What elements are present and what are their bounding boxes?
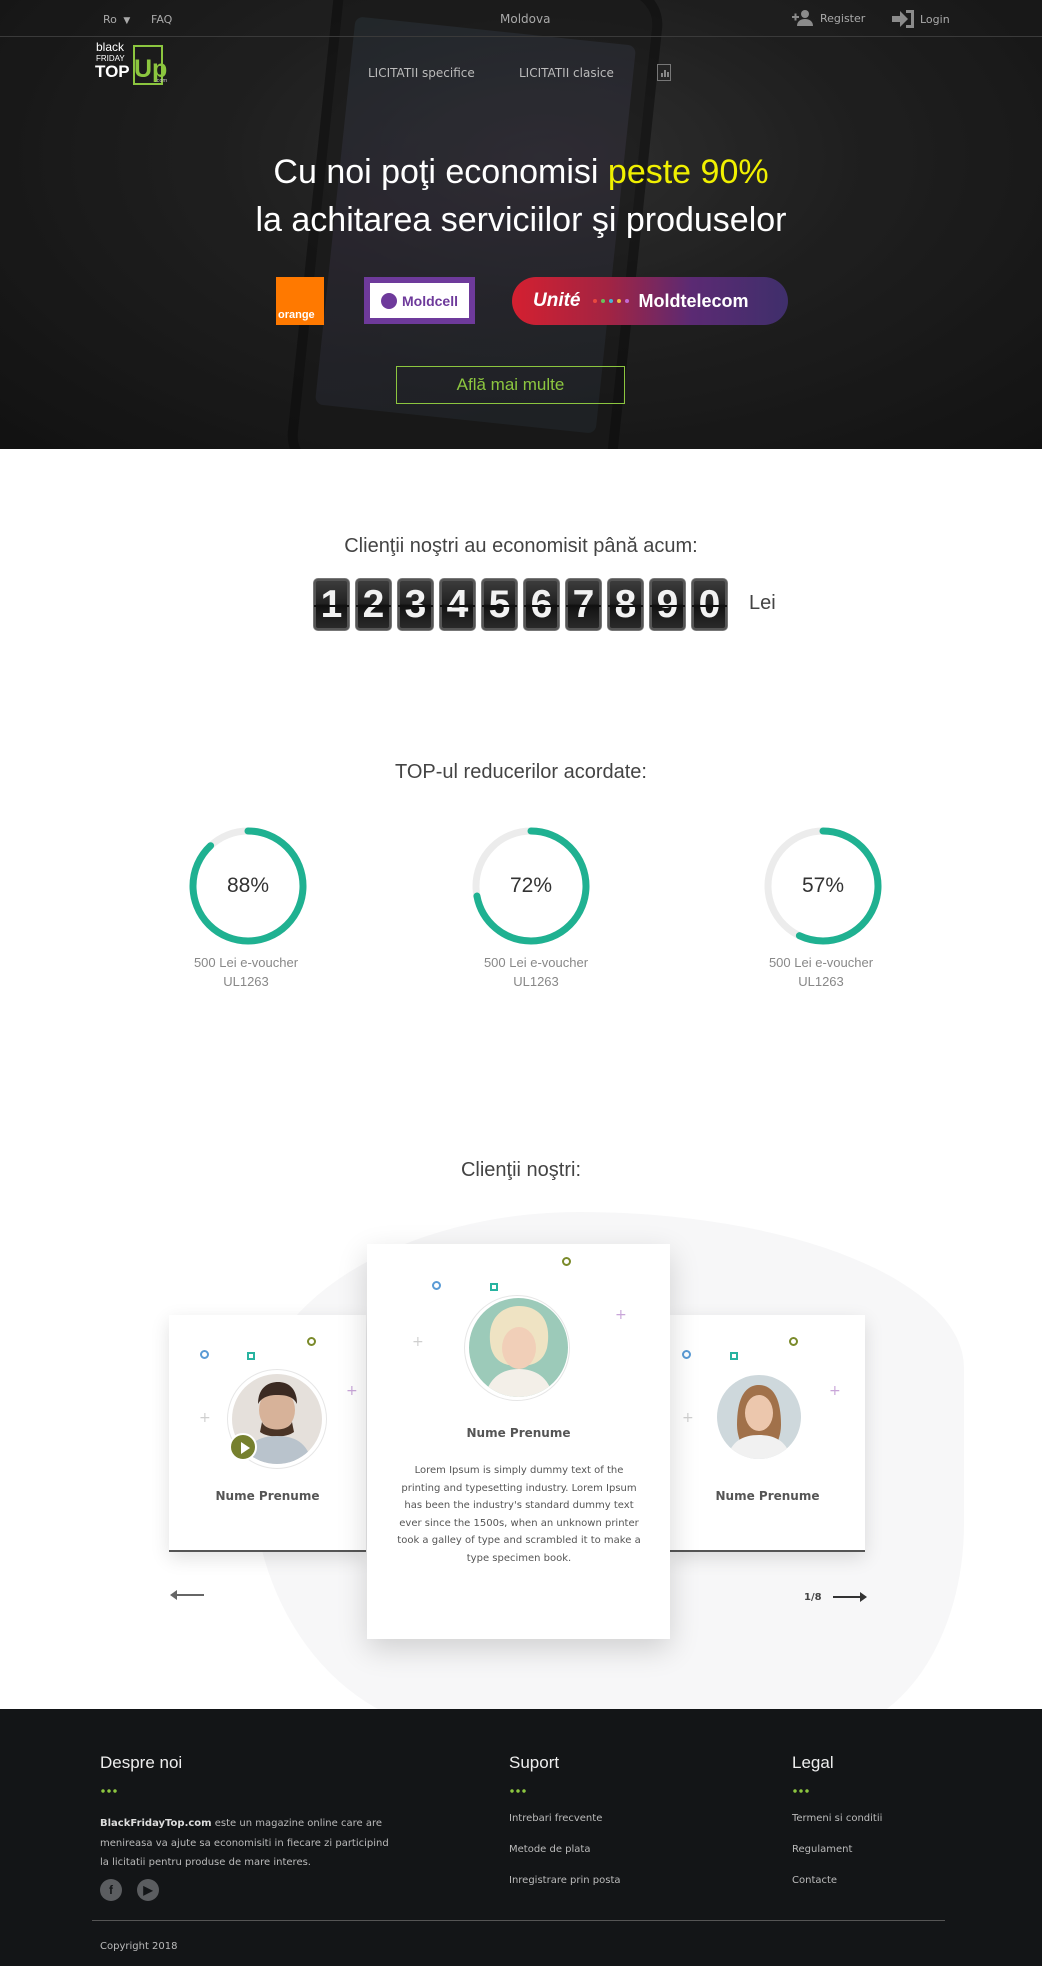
client-quote: Lorem Ipsum is simply dummy text of the … <box>397 1465 641 1564</box>
counter-digit: 4 <box>439 578 476 631</box>
unite-moldtelecom-logo: Unité Moldtelecom <box>512 277 788 325</box>
counter-digit: 5 <box>481 578 518 631</box>
chevron-down-icon: ▼ <box>123 16 131 26</box>
link-contacte[interactable]: Contacte <box>792 1875 837 1886</box>
moldcell-logo: Moldcell <box>364 277 475 324</box>
link-termeni-si-conditii[interactable]: Termeni si conditii <box>792 1813 882 1824</box>
discount-percent: 57% <box>801 874 845 897</box>
facebook-icon[interactable]: f <box>100 1879 122 1901</box>
moldcell-symbol-icon <box>380 292 397 309</box>
discount-ring: 72% <box>470 825 592 947</box>
hero-section: Ro ▼ FAQ Moldova Register Login black FR… <box>0 0 1042 449</box>
nav-licitatii-clasice[interactable]: LICITATII clasice <box>519 66 614 80</box>
copyright: Copyright 2018 <box>100 1941 178 1952</box>
counter-digit: 1 <box>313 578 350 631</box>
counter-digit: 6 <box>523 578 560 631</box>
circle-decoration <box>682 1350 691 1359</box>
savings-counter: 1234567890 <box>313 578 728 631</box>
link-intrebari-frecvente[interactable]: Intrebari frecvente <box>509 1813 602 1824</box>
register-link[interactable]: Register <box>792 10 865 26</box>
chart-icon[interactable] <box>657 64 671 81</box>
dots-decoration <box>509 1789 527 1793</box>
footer: Despre noi BlackFridayTop.com este un ma… <box>0 1709 1042 1966</box>
link-metode-de-plata[interactable]: Metode de plata <box>509 1844 590 1855</box>
footer-support-title: Suport <box>509 1753 560 1772</box>
discount-label: 500 Lei e-voucher UL1263 <box>483 955 589 989</box>
link-inregistrare-prin-posta[interactable]: Inregistrare prin posta <box>509 1875 621 1886</box>
dots-icon <box>592 299 629 303</box>
counter-digit: 8 <box>607 578 644 631</box>
plus-decoration: + <box>199 1410 211 1426</box>
hero-title: Cu noi poţi economisi peste 90% la achit… <box>255 153 787 239</box>
clients-title: Clienţii noştri: <box>460 1159 582 1181</box>
login-link[interactable]: Login <box>892 10 950 28</box>
top-bar: Ro ▼ FAQ Moldova Register Login <box>0 0 1042 37</box>
client-name: Nume Prenume <box>466 1426 571 1440</box>
youtube-icon[interactable]: ▶ <box>137 1879 159 1901</box>
counter-digit: 7 <box>565 578 602 631</box>
counter-digit: 9 <box>649 578 686 631</box>
arrow-right-icon[interactable] <box>833 1591 867 1603</box>
discount-ring: 57% <box>762 825 884 947</box>
plus-decoration: + <box>412 1334 424 1350</box>
circle-decoration <box>307 1337 316 1346</box>
pager: 1/8 <box>804 1592 822 1603</box>
avatar <box>717 1375 801 1459</box>
logo[interactable]: black FRIDAY TOP Up .com <box>95 41 170 86</box>
login-icon <box>892 10 914 28</box>
client-name: Nume Prenume <box>715 1489 820 1503</box>
orange-logo: orange <box>276 277 324 325</box>
language-selector[interactable]: Ro ▼ <box>103 13 130 26</box>
counter-digit: 2 <box>355 578 392 631</box>
plus-decoration: + <box>615 1307 627 1323</box>
circle-decoration <box>200 1350 209 1359</box>
circle-decoration <box>432 1281 441 1290</box>
discount-percent: 72% <box>509 874 553 897</box>
learn-more-button[interactable]: Află mai multe <box>396 366 625 404</box>
discounts-title: TOP-ul reducerilor acordate: <box>395 761 647 783</box>
discount-label: 500 Lei e-voucher UL1263 <box>768 955 874 989</box>
faq-link[interactable]: FAQ <box>151 13 172 26</box>
dots-decoration <box>792 1789 810 1793</box>
counter-digit: 0 <box>691 578 728 631</box>
add-user-icon <box>792 10 813 26</box>
plus-decoration: + <box>346 1383 358 1399</box>
divider <box>92 1920 945 1921</box>
footer-about-title: Despre noi <box>100 1753 183 1772</box>
square-decoration <box>490 1283 498 1291</box>
circle-decoration <box>789 1337 798 1346</box>
plus-decoration: + <box>829 1383 841 1399</box>
nav-licitatii-specifice[interactable]: LICITATII specifice <box>368 66 475 80</box>
square-decoration <box>247 1352 255 1360</box>
footer-about-text: BlackFridayTop.com este un magazine onli… <box>100 1818 389 1868</box>
client-name: Nume Prenume <box>215 1489 320 1503</box>
play-button[interactable] <box>229 1433 257 1461</box>
link-regulament[interactable]: Regulament <box>792 1844 852 1855</box>
arrow-left-icon[interactable] <box>170 1589 204 1601</box>
discount-label: 500 Lei e-voucher UL1263 <box>193 955 299 989</box>
currency-label: Lei <box>749 592 776 614</box>
plus-decoration: + <box>682 1410 694 1426</box>
square-decoration <box>730 1352 738 1360</box>
discount-percent: 88% <box>226 874 270 897</box>
footer-legal-title: Legal <box>792 1753 834 1772</box>
discount-ring: 88% <box>187 825 309 947</box>
circle-decoration <box>562 1257 571 1266</box>
counter-digit: 3 <box>397 578 434 631</box>
region-label: Moldova <box>500 12 551 26</box>
dots-decoration <box>100 1789 118 1793</box>
savings-title: Clienţii noştri au economisit până acum: <box>344 535 698 557</box>
avatar <box>469 1298 568 1397</box>
